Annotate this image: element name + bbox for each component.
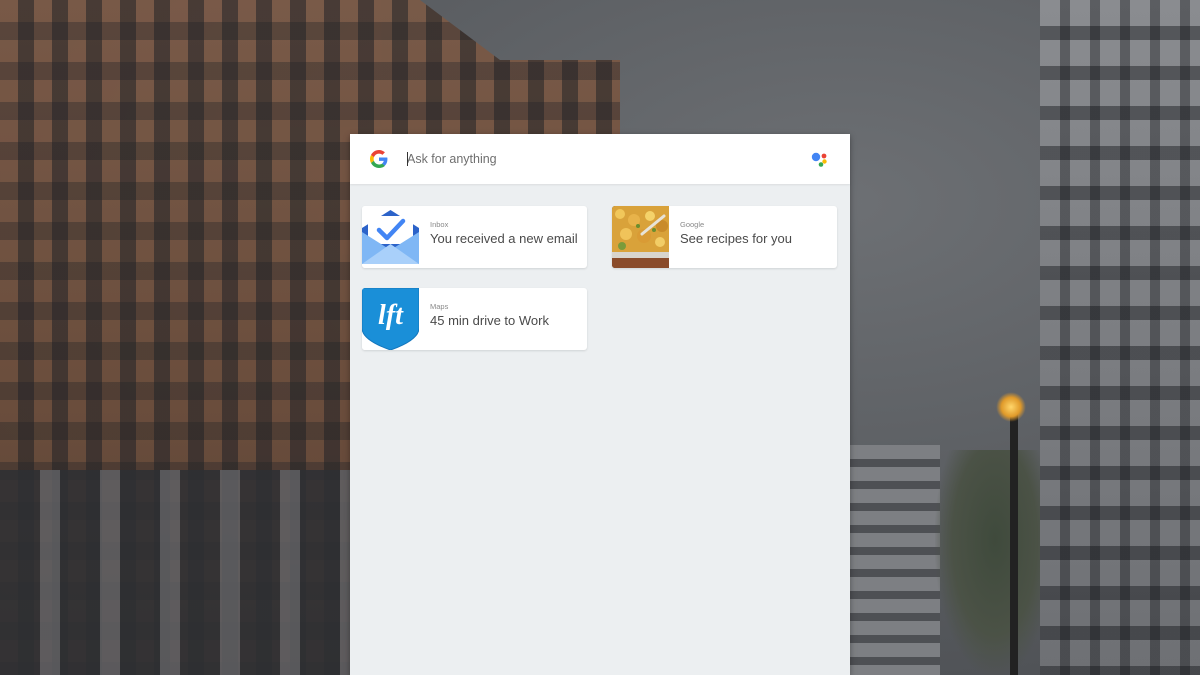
card-recipes[interactable]: Google See recipes for you xyxy=(612,206,837,268)
google-logo-icon xyxy=(370,150,388,168)
card-title: You received a new email xyxy=(430,231,578,246)
lyft-icon: lft xyxy=(362,288,419,350)
search-input[interactable] xyxy=(407,147,787,171)
card-source: Inbox xyxy=(430,220,449,229)
building-right xyxy=(1040,0,1200,675)
building-left-storefront xyxy=(0,470,350,675)
card-source: Google xyxy=(680,220,705,229)
street-lamp-post xyxy=(1010,400,1018,675)
card-inbox[interactable]: Inbox You received a new email xyxy=(362,206,587,268)
text-cursor xyxy=(407,152,408,166)
tree xyxy=(935,450,1055,675)
street-lamp-light xyxy=(996,392,1026,422)
svg-text:lft: lft xyxy=(378,300,404,331)
inbox-icon xyxy=(362,206,419,268)
card-maps[interactable]: lft Maps 45 min drive to Work xyxy=(362,288,587,350)
card-title: See recipes for you xyxy=(680,231,793,246)
assistant-panel: Inbox You received a new email xyxy=(350,134,850,675)
desktop-background: Inbox You received a new email xyxy=(0,0,1200,675)
card-source: Maps xyxy=(430,302,449,311)
card-title: 45 min drive to Work xyxy=(430,313,549,328)
assistant-icon[interactable] xyxy=(810,149,830,169)
search-bar xyxy=(350,134,850,184)
building-distant xyxy=(850,445,940,675)
recipe-photo xyxy=(612,206,669,268)
